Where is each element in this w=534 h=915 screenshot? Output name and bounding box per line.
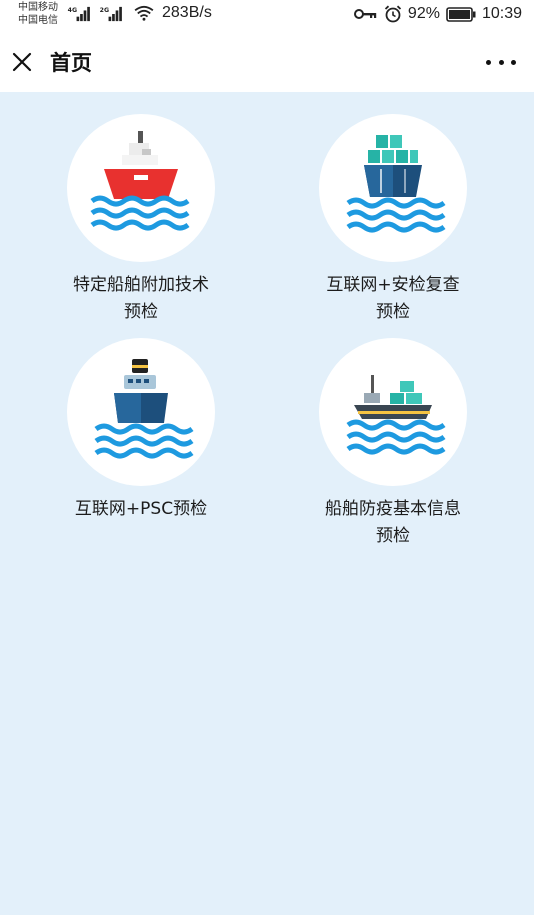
tile-icon-circle [319, 114, 467, 262]
tile-icon-circle [67, 338, 215, 486]
tile-label: 船舶防疫基本信息 预检 [298, 496, 488, 550]
signal-icon: 4G [68, 6, 90, 22]
right-status: 92% 10:39 [353, 3, 522, 25]
more-icon[interactable] [486, 54, 516, 70]
tile-special-ship-precheck[interactable]: 特定船舶附加技术 预检 [46, 114, 236, 326]
container-ship-icon [346, 135, 446, 233]
tile-internet-inspection-recheck[interactable]: 互联网+安检复查 预检 [298, 114, 488, 326]
page-title: 首页 [50, 51, 92, 75]
clock-time: 10:39 [481, 5, 522, 22]
close-icon[interactable] [10, 50, 34, 74]
net-type-2: 2G [100, 7, 109, 14]
tile-label: 互联网+PSC预检 [46, 496, 236, 523]
carrier-1: 中国移动 [18, 2, 58, 13]
carrier-2: 中国电信 [18, 15, 58, 26]
cargo-ship-icon [346, 375, 446, 455]
tile-label-line-1: 特定船舶附加技术 预检 [73, 275, 209, 322]
battery-percent: 92% [407, 5, 440, 22]
nav-bar: 首页 [0, 32, 534, 92]
net-type-1: 4G [68, 7, 77, 14]
tile-internet-psc-precheck[interactable]: 互联网+PSC预检 [46, 338, 236, 523]
signal-icon-2: 2G [100, 6, 122, 22]
battery-icon [446, 6, 476, 22]
red-ship-icon [90, 131, 190, 231]
carrier-names: 中国移动 中国电信 [18, 1, 58, 27]
alarm-icon [384, 5, 402, 23]
tile-icon-circle [319, 338, 467, 486]
home-content: 特定船舶附加技术 预检 互联网+安检复查 预检 互联网+PSC预检 船舶防疫基本… [0, 92, 534, 915]
network-speed: 283B/s [162, 4, 212, 21]
tile-label: 互联网+安检复查 预检 [298, 272, 488, 326]
tile-label-line-3: 互联网+PSC预检 [74, 499, 208, 519]
status-bar: 中国移动 中国电信 4G 2G 283B/s 92% 10:39 [0, 0, 534, 32]
wifi-icon [134, 5, 154, 21]
tile-label-line-2: 互联网+安检复查 预检 [326, 275, 460, 322]
tile-ship-epidemic-info-precheck[interactable]: 船舶防疫基本信息 预检 [298, 338, 488, 550]
navy-ship-icon [94, 359, 194, 459]
key-icon [353, 9, 377, 19]
tile-icon-circle [67, 114, 215, 262]
tile-label-line-4: 船舶防疫基本信息 预检 [325, 499, 461, 546]
tile-label: 特定船舶附加技术 预检 [46, 272, 236, 326]
